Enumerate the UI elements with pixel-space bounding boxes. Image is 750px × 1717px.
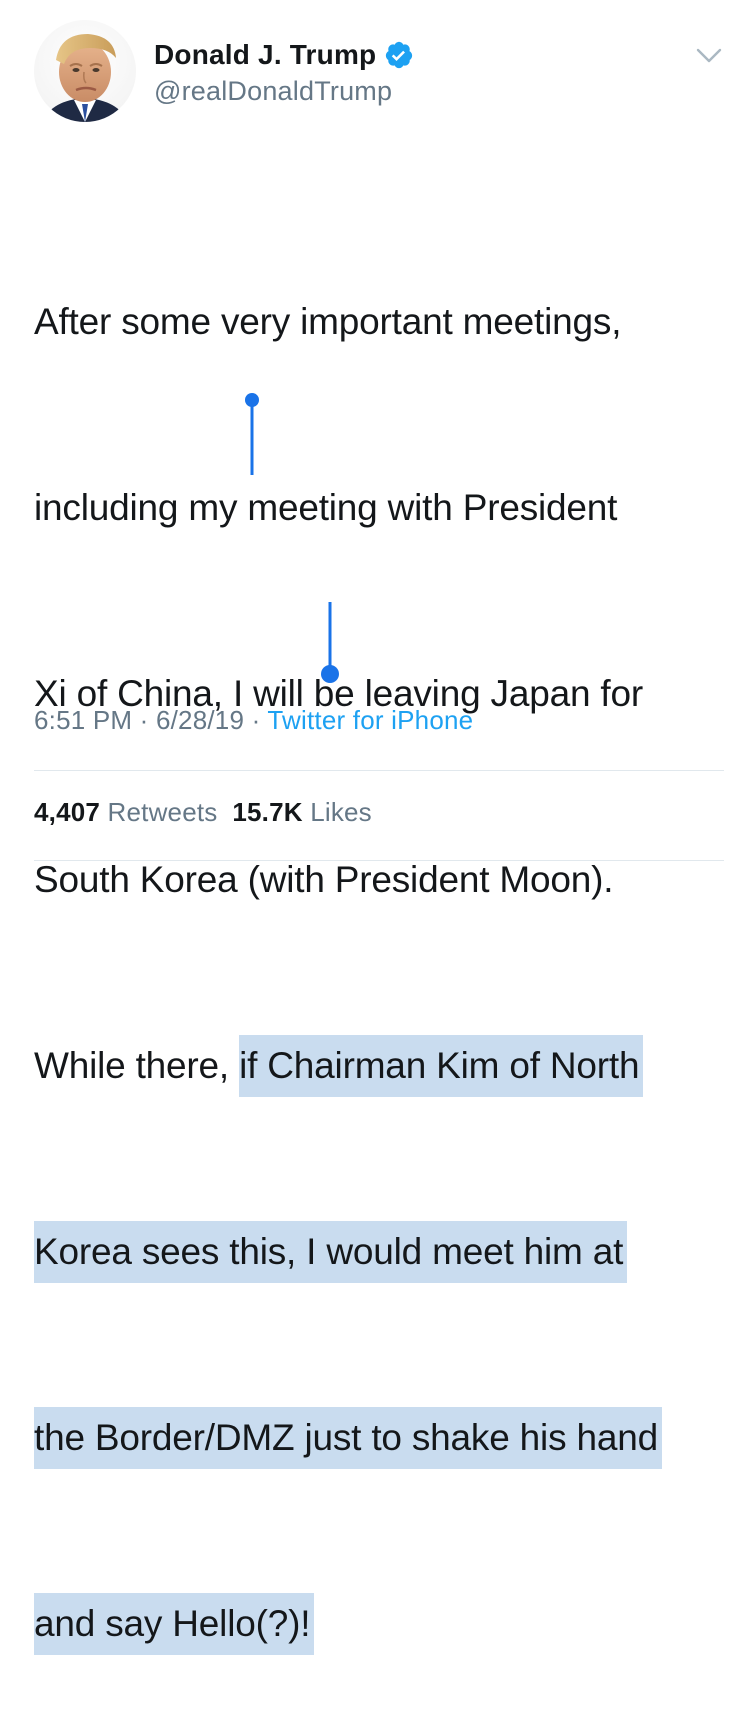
tweet-date: 6/28/19 [155,705,245,735]
selection-start-handle[interactable] [245,393,259,475]
user-name-block[interactable]: Donald J. Trump @realDonaldTrump [154,38,414,107]
selected-text: if Chairman Kim of North [239,1035,644,1097]
retweets-stat[interactable]: 4,407 Retweets [34,797,218,827]
likes-count: 15.7K [232,797,303,827]
meta-separator: · [139,705,149,735]
verified-badge-icon [384,40,414,70]
divider [34,770,724,771]
tweet-text-line: While there, if Chairman Kim of North [34,1035,724,1097]
unselected-text: While there, [34,1045,240,1086]
tweet-text-line: After some very important meetings, [34,301,622,342]
selected-text: the Border/DMZ just to shake his hand [34,1407,662,1469]
retweets-count: 4,407 [34,797,101,827]
display-name[interactable]: Donald J. Trump [154,39,376,71]
divider [34,860,724,861]
retweets-label: Retweets [107,797,218,827]
tweet-time: 6:51 PM [34,705,133,735]
chevron-down-icon[interactable] [696,48,722,64]
tweet-header: Donald J. Trump @realDonaldTrump [34,20,724,130]
tweet-source-link[interactable]: Twitter for iPhone [267,705,473,735]
likes-stat[interactable]: 15.7K Likes [232,797,372,827]
avatar[interactable] [34,20,136,122]
tweet-text-line: including my meeting with President [34,487,618,528]
tweet-meta: 6:51 PM · 6/28/19 · Twitter for iPhone [34,705,473,736]
profile-photo [34,20,136,122]
selected-text: Korea sees this, I would meet him at [34,1221,628,1283]
tweet-stats: 4,407 Retweets 15.7K Likes [34,797,372,828]
tweet-text-line: South Korea (with President Moon). [34,859,614,900]
meta-separator: · [251,705,261,735]
likes-label: Likes [310,797,372,827]
tweet-text-line: Korea sees this, I would meet him at [34,1221,724,1283]
selection-end-handle[interactable] [320,602,340,684]
selected-text: and say Hello(?)! [34,1593,315,1655]
tweet-body[interactable]: After some very important meetings, incl… [34,167,724,1717]
tweet-text-line: and say Hello(?)! [34,1593,724,1655]
user-handle[interactable]: @realDonaldTrump [154,76,414,107]
tweet-text-line: the Border/DMZ just to shake his hand [34,1407,724,1469]
